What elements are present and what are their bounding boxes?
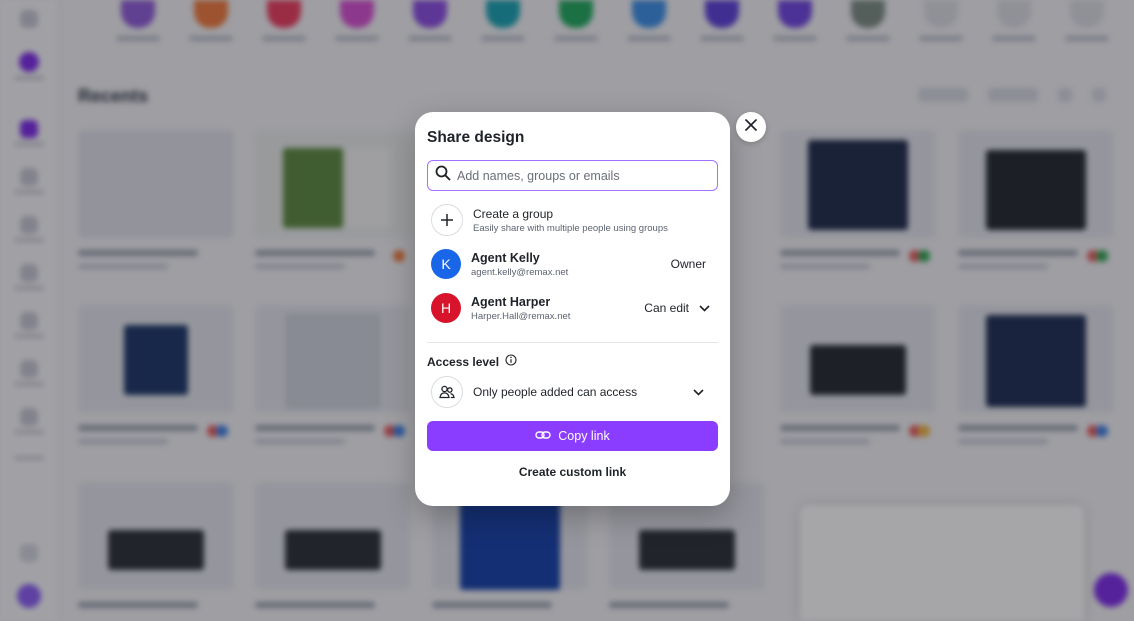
divider (427, 342, 718, 343)
person-name: Agent Kelly (471, 250, 540, 265)
link-icon (535, 429, 551, 444)
info-icon[interactable] (505, 354, 517, 369)
search-icon (435, 165, 451, 186)
chevron-down-icon (699, 301, 710, 315)
copy-link-label: Copy link (558, 429, 610, 443)
person-email: Harper.Hall@remax.net (471, 310, 571, 322)
avatar: H (431, 293, 461, 323)
people-icon (431, 376, 463, 408)
permission-dropdown[interactable]: Can edit (644, 301, 710, 315)
share-search-field[interactable] (427, 160, 718, 191)
chevron-down-icon (693, 383, 704, 401)
person-row: K Agent Kelly agent.kelly@remax.net Owne… (431, 249, 714, 279)
access-option-label: Only people added can access (473, 385, 638, 399)
avatar: K (431, 249, 461, 279)
create-group-row[interactable]: Create a group Easily share with multipl… (431, 204, 714, 236)
dialog-title: Share design (427, 129, 525, 146)
copy-link-button[interactable]: Copy link (427, 421, 718, 451)
person-name: Agent Harper (471, 294, 551, 309)
person-email: agent.kelly@remax.net (471, 266, 569, 278)
create-custom-link-button[interactable]: Create custom link (427, 465, 718, 479)
person-role: Owner (670, 257, 706, 271)
close-button[interactable] (736, 112, 766, 142)
create-group-title: Create a group (473, 206, 554, 221)
create-group-subtitle: Easily share with multiple people using … (473, 222, 668, 234)
access-level-dropdown[interactable]: Only people added can access (431, 376, 714, 408)
person-row: H Agent Harper Harper.Hall@remax.net Can… (431, 293, 714, 323)
close-icon (745, 118, 757, 136)
plus-icon (431, 204, 463, 236)
permission-label: Can edit (644, 301, 689, 315)
access-level-label: Access level (427, 354, 500, 369)
share-design-dialog: Share design Create a group Easily share… (415, 112, 730, 506)
access-level-heading: Access level (427, 354, 517, 369)
search-input[interactable] (457, 168, 707, 183)
